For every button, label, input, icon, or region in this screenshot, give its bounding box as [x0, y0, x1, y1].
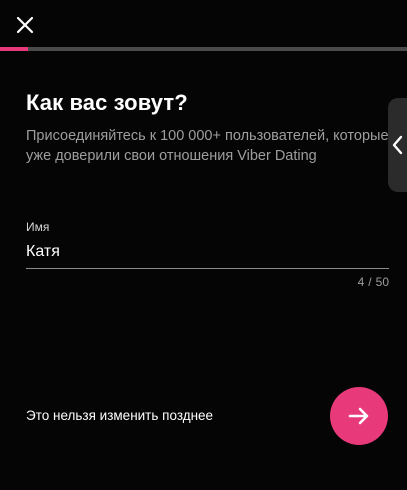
name-input-underline: [26, 268, 389, 269]
character-count-separator: /: [368, 275, 372, 289]
name-input[interactable]: [24, 238, 390, 266]
name-entry-screen: Как вас зовут? Присоединяйтесь к 100 000…: [0, 0, 407, 490]
next-button[interactable]: [330, 387, 388, 445]
close-button[interactable]: [12, 12, 38, 38]
character-max: 50: [375, 275, 389, 289]
character-count: 4: [357, 275, 365, 289]
progress-bar-fill: [0, 47, 29, 51]
chevron-left-icon: [392, 135, 403, 155]
progress-bar: [0, 47, 407, 51]
page-subtitle: Присоединяйтесь к 100 000+ пользователей…: [26, 128, 389, 164]
close-icon: [16, 16, 34, 34]
side-panel-tab[interactable]: [388, 98, 407, 192]
arrow-right-icon: [348, 407, 369, 425]
page-title: Как вас зовут?: [26, 90, 188, 115]
character-counter: 4 / 50: [358, 275, 389, 289]
cannot-change-hint: Это нельзя изменить позднее: [26, 408, 214, 423]
name-field-label: Имя: [26, 220, 50, 234]
